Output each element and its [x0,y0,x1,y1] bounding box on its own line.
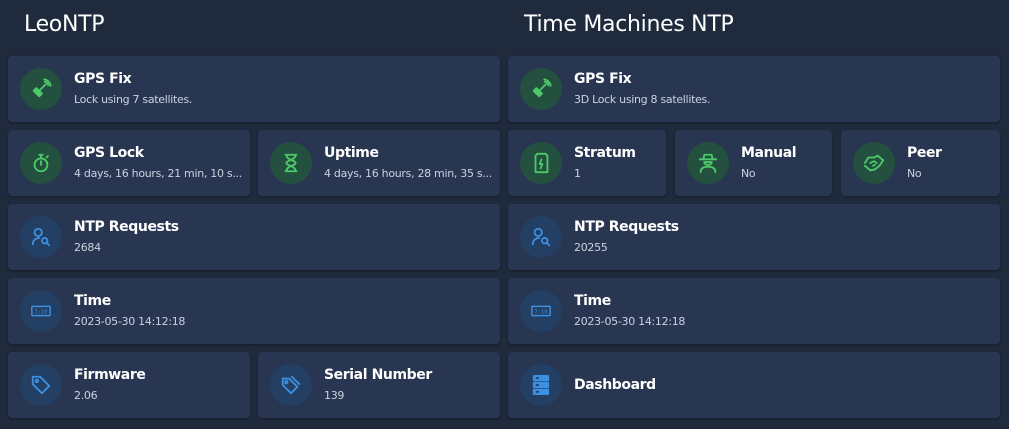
card-title: Dashboard [574,377,656,393]
card-title: Serial Number [324,367,432,383]
svg-text:7:10: 7:10 [534,309,547,315]
card-title: Time [74,293,111,309]
card-time-left[interactable]: 7:10 Time 2023-05-30 14:12:18 [8,278,500,344]
handshake-icon [853,142,895,184]
card-value: 3D Lock using 8 satellites. [574,93,711,106]
clock-display-icon: 7:10 [20,290,62,332]
card-ntp-requests-left[interactable]: NTP Requests 2684 [8,204,500,270]
svg-text:7:10: 7:10 [34,309,47,315]
card-time-right[interactable]: 7:10 Time 2023-05-30 14:12:18 [508,278,1000,344]
cowboy-icon [687,142,729,184]
section-title-timemachines: Time Machines NTP [524,12,734,37]
card-firmware[interactable]: Firmware 2.06 [8,352,250,418]
card-title: Manual [741,145,797,161]
card-gps-lock[interactable]: GPS Lock 4 days, 16 hours, 21 min, 10 s.… [8,130,250,196]
card-title: Firmware [74,367,146,383]
hourglass-icon [270,142,312,184]
card-value: 139 [324,389,345,402]
card-value: 4 days, 16 hours, 21 min, 10 s... [74,167,242,180]
card-title: Uptime [324,145,379,161]
card-gps-fix-right[interactable]: GPS Fix 3D Lock using 8 satellites. [508,56,1000,122]
card-title: GPS Lock [74,145,144,161]
server-icon [520,364,562,406]
card-ntp-requests-right[interactable]: NTP Requests 20255 [508,204,1000,270]
card-stratum[interactable]: Stratum 1 [508,130,666,196]
card-manual[interactable]: Manual No [675,130,832,196]
section-title-leontp: LeoNTP [24,12,105,37]
user-search-icon [520,216,562,258]
card-dashboard[interactable]: Dashboard [508,352,1000,418]
card-value: No [741,167,756,180]
satellite-icon [20,68,62,110]
card-value: 2684 [74,241,101,254]
card-title: GPS Fix [574,71,632,87]
timer-icon [20,142,62,184]
card-title: Peer [907,145,942,161]
card-title: Time [574,293,611,309]
card-value: 2023-05-30 14:12:18 [574,315,686,328]
card-value: 20255 [574,241,608,254]
user-search-icon [20,216,62,258]
card-value: No [907,167,922,180]
card-title: GPS Fix [74,71,132,87]
card-title: NTP Requests [74,219,179,235]
sd-card-icon [520,142,562,184]
card-value: 1 [574,167,581,180]
card-uptime[interactable]: Uptime 4 days, 16 hours, 28 min, 35 s... [258,130,500,196]
tags-icon [270,364,312,406]
tag-icon [20,364,62,406]
card-peer[interactable]: Peer No [841,130,1000,196]
card-value: 2023-05-30 14:12:18 [74,315,186,328]
card-value: Lock using 7 satellites. [74,93,193,106]
card-gps-fix-left[interactable]: GPS Fix Lock using 7 satellites. [8,56,500,122]
card-value: 2.06 [74,389,98,402]
card-value: 4 days, 16 hours, 28 min, 35 s... [324,167,492,180]
dashboard-frame: LeoNTP GPS Fix Lock using 7 satellites. [0,0,1009,429]
card-title: Stratum [574,145,636,161]
satellite-icon [520,68,562,110]
card-serial-number[interactable]: Serial Number 139 [258,352,500,418]
card-title: NTP Requests [574,219,679,235]
clock-display-icon: 7:10 [520,290,562,332]
